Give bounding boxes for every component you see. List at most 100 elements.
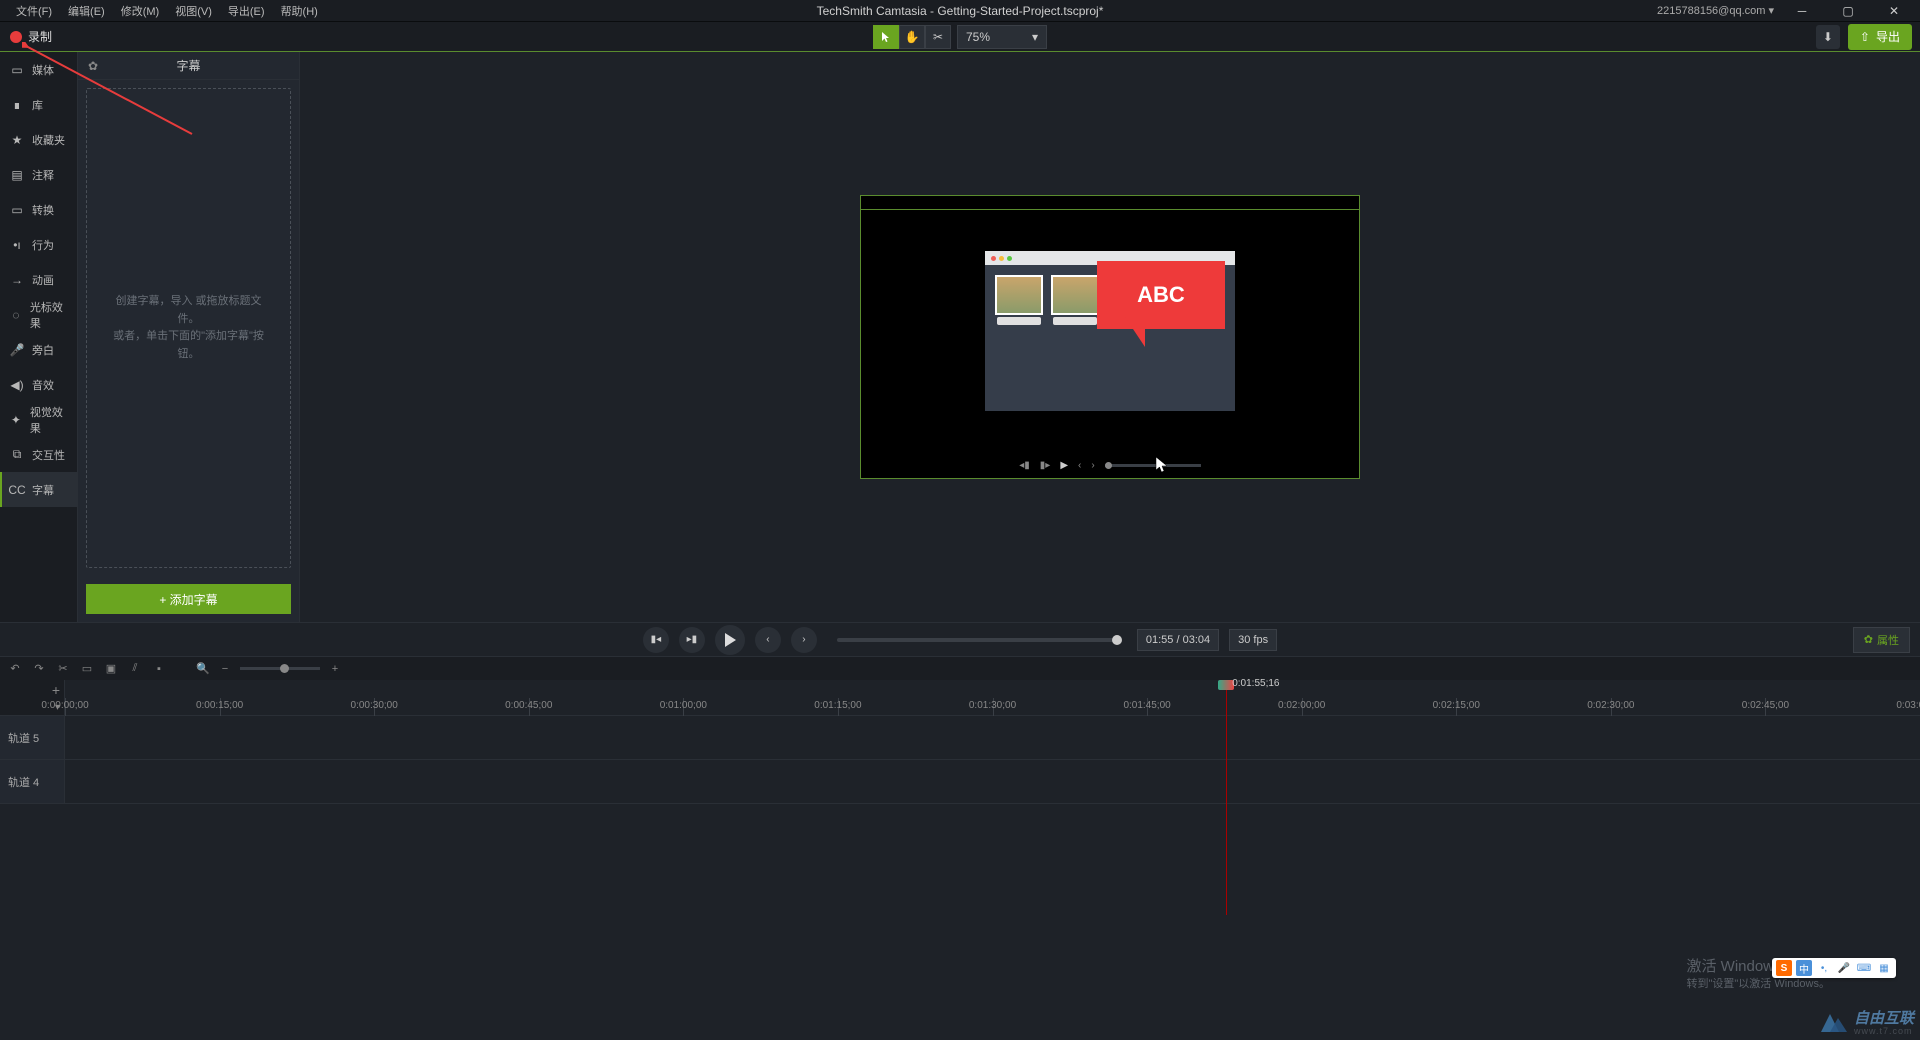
export-button[interactable]: ⇧ 导出 <box>1848 24 1912 50</box>
annotation-icon: ▤ <box>10 168 24 182</box>
dropzone-text: 创建字幕，导入 或拖放标题文件。 或者，单击下面的"添加字幕"按钮。 <box>107 293 270 363</box>
mini-prev[interactable]: ‹ <box>1078 460 1081 471</box>
zoom-in-button[interactable]: + <box>328 663 342 675</box>
sidebar-item-audio-effects[interactable]: ◀)音效 <box>0 367 77 402</box>
speech-bubble: ABC <box>1097 261 1225 329</box>
panel-header: ✿ 字幕 <box>78 52 299 80</box>
menu-view[interactable]: 视图(V) <box>167 3 220 19</box>
paste-button[interactable]: ▣ <box>104 662 118 675</box>
sidebar-item-media[interactable]: ▭媒体 <box>0 52 77 87</box>
menu-bar: 文件(F) 编辑(E) 修改(M) 视图(V) 导出(E) 帮助(H) Tech… <box>0 0 1920 22</box>
ime-keyboard-icon[interactable]: ⌨ <box>1856 960 1872 976</box>
canvas-content: ABC <box>861 210 1359 452</box>
sidebar-label: 字幕 <box>32 482 54 498</box>
sidebar-label: 音效 <box>32 377 54 393</box>
zoom-out-button[interactable]: − <box>218 663 232 675</box>
sidebar-item-visual-effects[interactable]: ✦视觉效果 <box>0 402 77 437</box>
add-track-button[interactable]: + <box>52 682 60 698</box>
menu-help[interactable]: 帮助(H) <box>273 3 326 19</box>
redo-button[interactable]: ↷ <box>32 662 46 675</box>
mini-prev-frame[interactable]: ◂▮ <box>1019 460 1030 471</box>
ruler-tick-label: 0:01:15;00 <box>814 700 861 711</box>
main-area: ▭媒体 ∎库 ★ 收藏夹 ▤注释 ▭转换 •ı行为 →动画 ◌光标效果 🎤 旁白 ◀… <box>0 52 1920 622</box>
preview-canvas[interactable]: ABC ◂▮ ▮▸ ▶ ‹ › <box>860 195 1360 479</box>
track-head-4[interactable]: 轨道 4 <box>0 760 65 803</box>
sidebar-item-behaviors[interactable]: •ı行为 <box>0 227 77 262</box>
sidebar-label: 旁白 <box>32 342 54 358</box>
marker-button[interactable]: ▪ <box>152 663 166 675</box>
ruler-tick-label: 0:01:00;00 <box>660 700 707 711</box>
gear-icon: ✿ <box>1864 633 1873 646</box>
sidebar-item-captions[interactable]: CC字幕 <box>0 472 77 507</box>
record-label: 录制 <box>28 28 52 45</box>
star-icon: ★ <box>10 133 24 147</box>
track-body-4[interactable] <box>65 760 1920 803</box>
properties-button[interactable]: ✿ 属性 <box>1853 627 1910 653</box>
window-minimize-button[interactable]: ─ <box>1784 0 1820 22</box>
ruler-tick-label: 0:00:45;00 <box>505 700 552 711</box>
crop-tool[interactable]: ✂ <box>925 25 951 49</box>
sidebar-label: 库 <box>32 97 43 113</box>
add-caption-button[interactable]: + 添加字幕 <box>86 584 291 614</box>
window-close-button[interactable]: ✕ <box>1876 0 1912 22</box>
sidebar-label: 收藏夹 <box>32 132 65 148</box>
record-button[interactable]: 录制 <box>0 28 62 45</box>
window-maximize-button[interactable]: ▢ <box>1830 0 1866 22</box>
zoom-select[interactable]: 75% ▾ <box>957 25 1047 49</box>
sidebar-item-narration[interactable]: 🎤 旁白 <box>0 332 77 367</box>
menu-modify[interactable]: 修改(M) <box>113 3 168 19</box>
ime-punct-icon[interactable]: •, <box>1816 960 1832 976</box>
thumbnail-2 <box>1051 275 1099 315</box>
captions-dropzone[interactable]: 创建字幕，导入 或拖放标题文件。 或者，单击下面的"添加字幕"按钮。 <box>86 88 291 568</box>
ruler-tick-label: 0:02:45;00 <box>1742 700 1789 711</box>
timeline-zoom-slider[interactable] <box>240 667 320 670</box>
slider-handle[interactable] <box>1112 635 1122 645</box>
playback-slider[interactable] <box>837 638 1117 642</box>
cut-button[interactable]: ✂ <box>56 662 70 675</box>
ime-menu-icon[interactable]: ▦ <box>1876 960 1892 976</box>
sidebar-item-cursor-effects[interactable]: ◌光标效果 <box>0 297 77 332</box>
prev-frame-button[interactable]: ‹ <box>755 627 781 653</box>
sidebar-item-transitions[interactable]: ▭转换 <box>0 192 77 227</box>
timeline-ruler[interactable]: 0:00:00;000:00:15;000:00:30;000:00:45;00… <box>65 680 1920 715</box>
chevron-down-icon: ▾ <box>1032 30 1038 44</box>
zoom-search-icon: 🔍 <box>196 662 210 675</box>
ime-logo-icon: S <box>1776 960 1792 976</box>
playback-bar: ▮◂ ▸▮ ‹ › 01:55 / 03:04 30 fps ✿ 属性 <box>0 622 1920 656</box>
download-button[interactable]: ⬇ <box>1816 25 1840 49</box>
menu-edit[interactable]: 编辑(E) <box>60 3 113 19</box>
track-head-5[interactable]: 轨道 5 <box>0 716 65 759</box>
sidebar-item-animations[interactable]: →动画 <box>0 262 77 297</box>
mini-next[interactable]: › <box>1091 460 1094 471</box>
sidebar-item-library[interactable]: ∎库 <box>0 87 77 122</box>
mini-play[interactable]: ▶ <box>1060 460 1068 471</box>
hand-tool[interactable]: ✋ <box>899 25 925 49</box>
next-clip-button[interactable]: ▸▮ <box>679 627 705 653</box>
user-account[interactable]: 2215788156@qq.com ▾ <box>1657 4 1774 17</box>
next-frame-button[interactable]: › <box>791 627 817 653</box>
sidebar-item-interactivity[interactable]: ⧉交互性 <box>0 437 77 472</box>
track-body-5[interactable] <box>65 716 1920 759</box>
prev-clip-button[interactable]: ▮◂ <box>643 627 669 653</box>
zoom-handle[interactable] <box>280 664 289 673</box>
copy-button[interactable]: ▭ <box>80 662 94 675</box>
ime-toolbar[interactable]: S 中 •, 🎤 ⌨ ▦ <box>1772 958 1896 978</box>
play-button[interactable] <box>715 625 745 655</box>
ime-lang-toggle[interactable]: 中 <box>1796 960 1812 976</box>
select-tool[interactable] <box>873 25 899 49</box>
ime-voice-icon[interactable]: 🎤 <box>1836 960 1852 976</box>
undo-button[interactable]: ↶ <box>8 662 22 675</box>
mic-icon: 🎤 <box>10 343 24 357</box>
gear-icon[interactable]: ✿ <box>88 59 98 73</box>
menu-file[interactable]: 文件(F) <box>8 3 60 19</box>
mini-next-frame[interactable]: ▮▸ <box>1040 460 1051 471</box>
menu-export[interactable]: 导出(E) <box>220 3 273 19</box>
mini-volume-slider[interactable] <box>1105 464 1201 467</box>
playhead[interactable]: 0:01:55;16 <box>1226 680 1227 915</box>
sidebar-item-favorites[interactable]: ★ 收藏夹 <box>0 122 77 157</box>
activate-subtitle: 转到"设置"以激活 Windows。 <box>1687 977 1831 992</box>
zoom-value: 75% <box>966 30 990 44</box>
ruler-tick-label: 0:01:45;00 <box>1123 700 1170 711</box>
split-button[interactable]: ⫽ <box>128 662 142 675</box>
sidebar-item-annotations[interactable]: ▤注释 <box>0 157 77 192</box>
